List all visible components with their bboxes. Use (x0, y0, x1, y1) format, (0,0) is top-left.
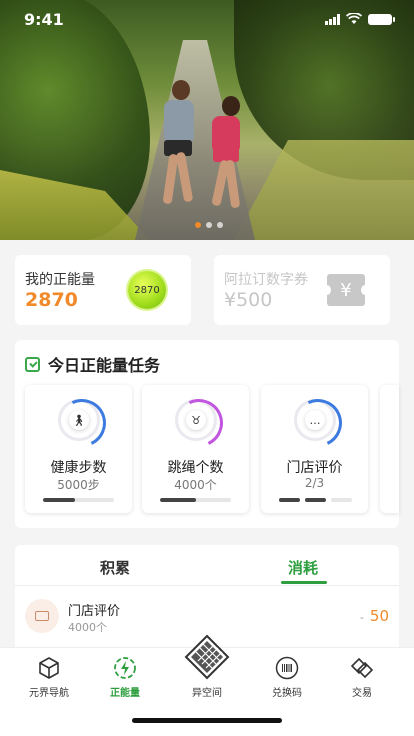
banner-grass-right (234, 140, 414, 240)
banner-pagination (195, 222, 223, 228)
store-icon (25, 599, 59, 633)
energy-card[interactable]: 我的正能量 2870 2870 (15, 255, 191, 325)
task-card-partial[interactable] (380, 385, 399, 513)
energy-label: 我的正能量 (25, 272, 95, 288)
nav-item-trade[interactable]: 交易 (321, 648, 403, 708)
progress-ring: ♉︎ (175, 399, 217, 441)
nav-label: 兑换码 (272, 688, 302, 699)
banner-dot[interactable] (217, 222, 223, 228)
runner-woman (204, 96, 254, 231)
coupon-label: 阿拉订数字券 (224, 272, 308, 288)
tasks-title: 今日正能量任务 (48, 356, 161, 375)
energy-value: 2870 (25, 289, 78, 311)
nav-label: 正能量 (110, 688, 140, 699)
battery-icon (368, 13, 395, 25)
record-amount: -50 (359, 607, 389, 625)
tasks-header: 今日正能量任务 (25, 352, 160, 376)
nav-item-otherspace[interactable]: 异空间 (166, 634, 248, 708)
chat-icon: … (305, 410, 325, 430)
coupon-card[interactable]: 阿拉订数字券 ¥500 ¥ (214, 255, 390, 325)
calendar-check-icon (25, 356, 40, 372)
nav-item-metaverse[interactable]: 元界导航 (8, 648, 90, 708)
nav-label: 异空间 (192, 688, 222, 699)
nav-label: 元界导航 (29, 688, 69, 699)
progress-ring: 🚶︎ (58, 399, 100, 441)
task-name: 健康步数 (50, 460, 107, 476)
task-progress-bar (43, 498, 114, 502)
daily-tasks-card: 今日正能量任务 🚶︎ 健康步数 5000步 ♉︎ 跳绳个数 4000个 … 门店… (15, 340, 399, 528)
task-name: 跳绳个数 (167, 460, 224, 476)
status-bar: 9:41 (0, 0, 414, 40)
task-target: 2/3 (304, 476, 325, 490)
task-name: 门店评价 (286, 460, 343, 476)
task-card-steps[interactable]: 🚶︎ 健康步数 5000步 (25, 385, 132, 513)
task-progress-segments (279, 498, 352, 502)
nav-item-redeem-code[interactable]: 兑换码 (246, 648, 328, 708)
task-target: 4000个 (174, 478, 217, 492)
cube-icon (39, 657, 59, 679)
barcode-icon (275, 656, 299, 680)
status-time: 9:41 (24, 10, 64, 29)
energy-badge-icon: 2870 (128, 271, 166, 309)
trade-icon (350, 657, 374, 679)
diamond-grid-icon (184, 634, 230, 680)
jump-rope-icon: ♉︎ (186, 410, 206, 430)
banner-dot[interactable] (195, 222, 201, 228)
task-target: 5000步 (57, 478, 100, 492)
nav-label: 交易 (352, 688, 372, 699)
task-card-store-review[interactable]: … 门店评价 2/3 (261, 385, 368, 513)
nav-item-energy[interactable]: 正能量 (84, 648, 166, 708)
wifi-icon (346, 13, 362, 24)
coupon-value: ¥500 (224, 289, 273, 311)
energy-icon (114, 657, 136, 679)
progress-ring: … (294, 399, 336, 441)
divider (15, 585, 399, 586)
banner-dot[interactable] (206, 222, 212, 228)
record-name: 门店评价 (68, 604, 121, 619)
status-icons (325, 13, 395, 25)
walk-icon: 🚶︎ (69, 410, 89, 430)
active-tab-indicator (281, 581, 327, 584)
signal-icon (325, 13, 340, 25)
task-progress-bar (160, 498, 231, 502)
runner-man (150, 80, 200, 230)
home-indicator (132, 718, 282, 723)
yen-ticket-icon: ¥ (323, 274, 369, 306)
tab-consume[interactable]: 消耗 (288, 557, 318, 578)
tab-accumulate[interactable]: 积累 (100, 557, 130, 578)
task-card-jump-rope[interactable]: ♉︎ 跳绳个数 4000个 (142, 385, 249, 513)
record-sub: 4000个 (68, 621, 107, 634)
